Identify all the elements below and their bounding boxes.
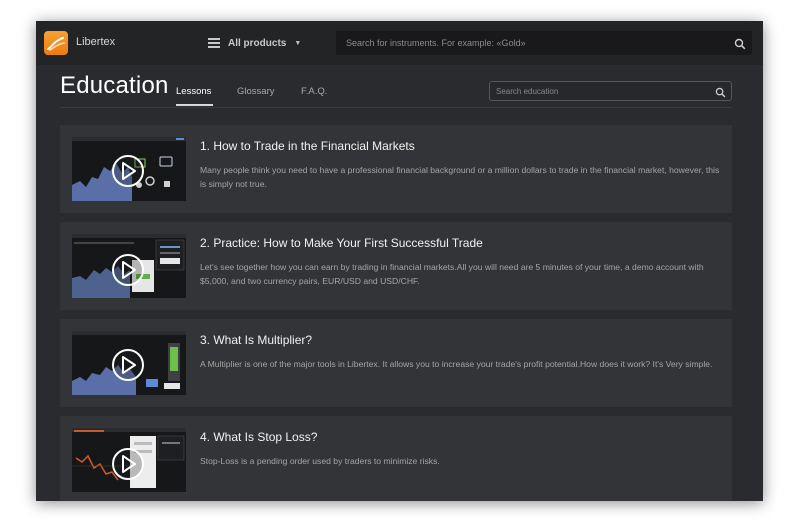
lesson-thumbnail-3[interactable]	[72, 331, 186, 395]
page-title: Education	[60, 72, 169, 99]
all-products-label: All products	[228, 37, 287, 49]
chevron-down-icon: ▼	[294, 39, 302, 47]
tab-lessons[interactable]: Lessons	[176, 86, 211, 97]
instrument-search-input[interactable]	[336, 31, 716, 55]
lesson-description-3: A Multiplier is one of the major tools i…	[200, 359, 713, 369]
lesson-title-2[interactable]: 2. Practice: How to Make Your First Succ…	[200, 236, 483, 250]
tab-glossary[interactable]: Glossary	[237, 86, 274, 97]
lesson-thumbnail-4[interactable]	[72, 428, 186, 492]
lesson-description-4: Stop-Loss is a pending order used by tra…	[200, 456, 440, 466]
lesson-thumbnail-1[interactable]	[72, 137, 186, 201]
lesson-title-3[interactable]: 3. What Is Multiplier?	[200, 333, 312, 347]
lesson-card-1[interactable]: 1. How to Trade in the Financial Markets…	[60, 125, 732, 213]
lesson-title-1[interactable]: 1. How to Trade in the Financial Markets	[200, 139, 415, 153]
libertex-logo[interactable]	[44, 31, 68, 55]
top-navigation-bar: Libertex All products ▼	[36, 21, 763, 65]
brand-name: Libertex	[76, 36, 116, 48]
tab-faq[interactable]: F.A.Q.	[301, 86, 327, 97]
search-icon[interactable]	[734, 37, 746, 55]
search-icon[interactable]	[715, 85, 726, 103]
lesson-thumbnail-2[interactable]	[72, 234, 186, 298]
lesson-title-4[interactable]: 4. What Is Stop Loss?	[200, 430, 317, 444]
all-products-menu[interactable]: All products ▼	[208, 34, 301, 52]
app-window: Libertex All products ▼ Education Lesson…	[36, 21, 763, 501]
lesson-card-2[interactable]: 2. Practice: How to Make Your First Succ…	[60, 222, 732, 310]
lesson-description-1: Many people think you need to have a pro…	[200, 165, 720, 189]
lesson-description-2: Let's see together how you can earn by t…	[200, 262, 704, 286]
active-tab-indicator	[176, 104, 213, 106]
lesson-card-3[interactable]: 3. What Is Multiplier? A Multiplier is o…	[60, 319, 732, 407]
hamburger-icon	[208, 38, 220, 48]
lesson-card-4[interactable]: 4. What Is Stop Loss? Stop-Loss is a pen…	[60, 416, 732, 501]
education-search-input[interactable]	[490, 82, 710, 100]
header-divider	[60, 107, 732, 108]
instrument-search	[336, 31, 752, 55]
education-search	[489, 81, 732, 101]
